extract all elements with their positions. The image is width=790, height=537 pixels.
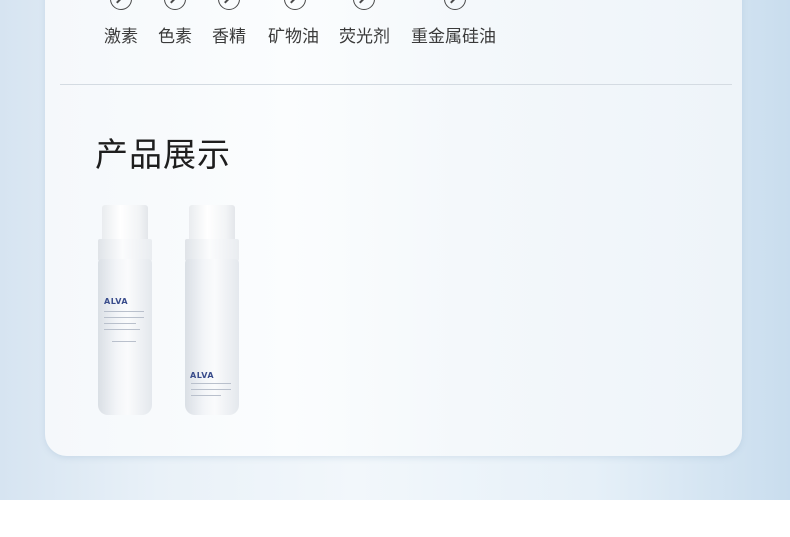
bottle-body: ALVA: [98, 259, 152, 415]
label-line: [191, 383, 231, 384]
bottle-collar: [98, 239, 152, 261]
no-fragrance-icon: [218, 0, 240, 10]
no-pigment-icon: [164, 0, 186, 10]
product-bottle: ALVA: [185, 205, 239, 415]
label-line: [112, 341, 136, 342]
bottle-body: ALVA: [185, 259, 239, 415]
no-fluorescent-icon: [353, 0, 375, 10]
feature-list: 激素 色素 香精 矿物油 荧光剂 重金属硅油: [0, 0, 790, 60]
divider: [60, 84, 732, 85]
section-title: 产品展示: [95, 135, 231, 174]
bottle-collar: [185, 239, 239, 261]
brand-logo: ALVA: [190, 371, 215, 380]
product-bottle: ALVA: [98, 205, 152, 415]
label-line: [104, 329, 140, 330]
no-mineral-oil-icon: [284, 0, 306, 10]
brand-logo: ALVA: [104, 297, 129, 306]
feature-label: 矿物油: [268, 27, 319, 47]
no-heavy-metal-silicone-icon: [444, 0, 466, 10]
feature-label: 激素: [104, 27, 138, 47]
no-hormone-icon: [110, 0, 132, 10]
label-line: [191, 395, 221, 396]
feature-label: 香精: [212, 27, 246, 47]
feature-label: 荧光剂: [339, 27, 390, 47]
feature-label: 重金属硅油: [411, 27, 496, 47]
label-line: [104, 323, 136, 324]
label-line: [191, 389, 231, 390]
label-line: [104, 311, 144, 312]
feature-label: 色素: [158, 27, 192, 47]
label-line: [104, 317, 144, 318]
